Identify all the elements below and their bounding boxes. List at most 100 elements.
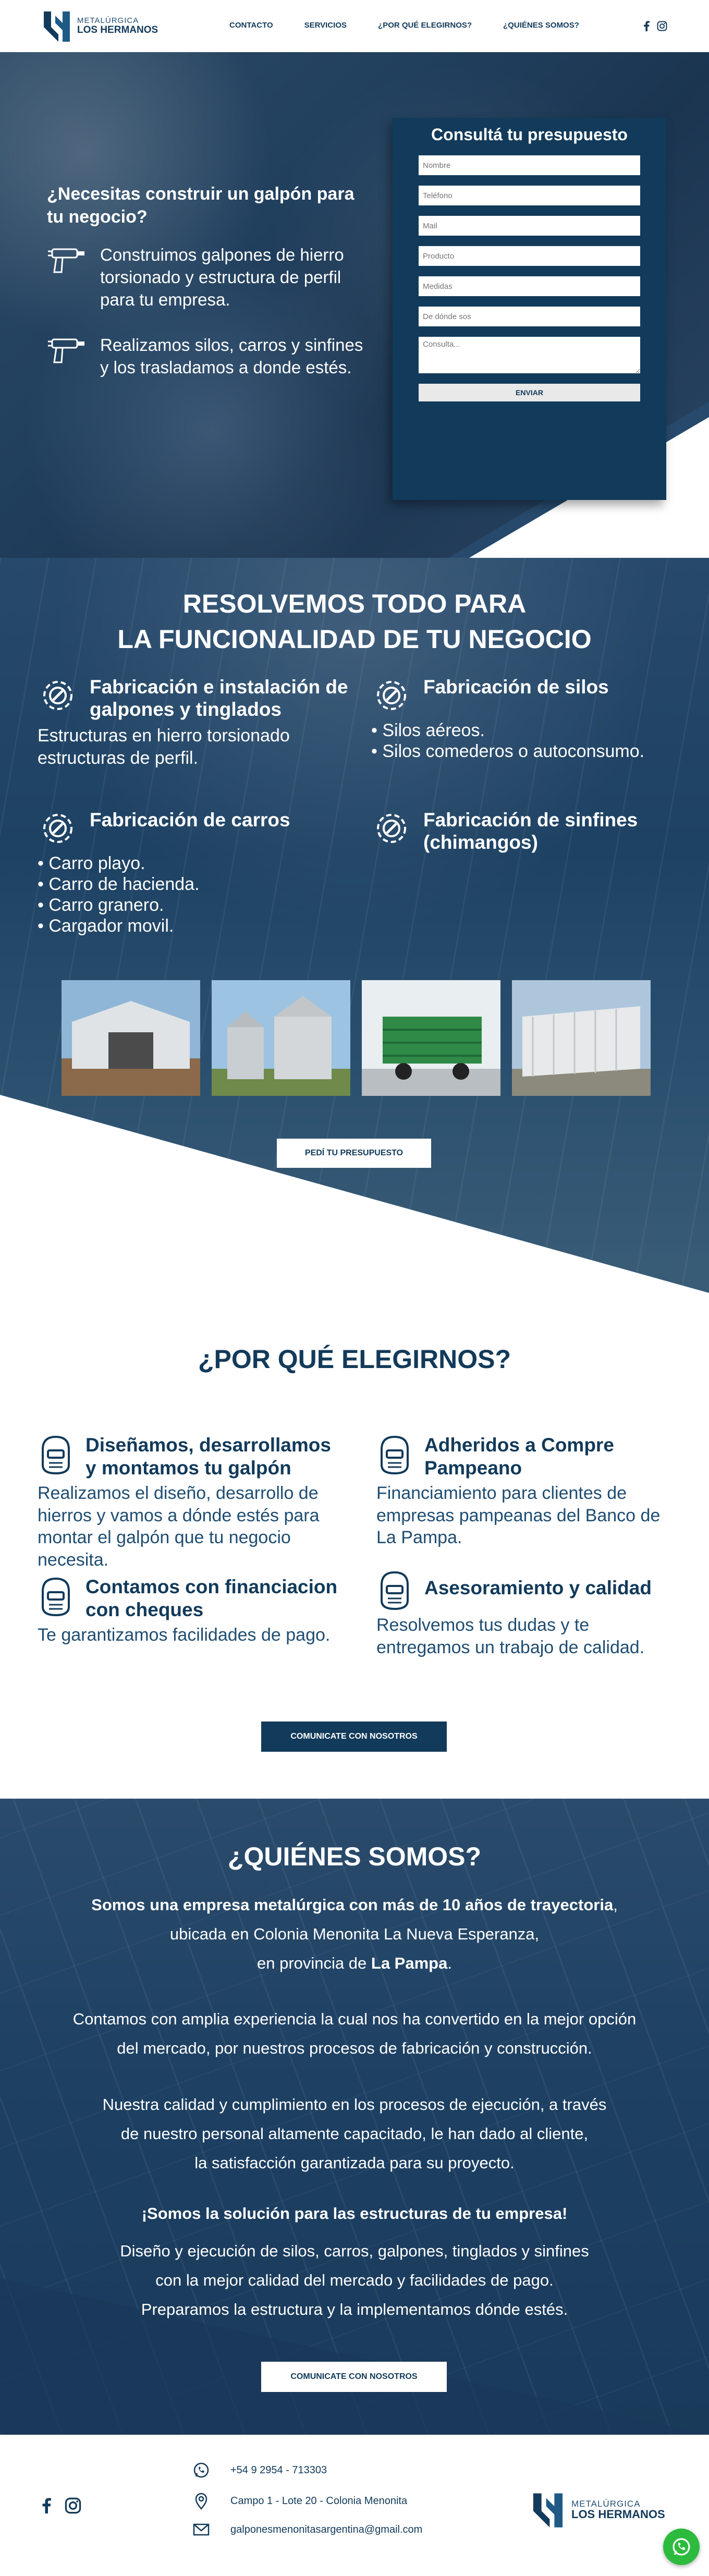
hero-feature-2: Realizamos silos, carros y sinfines y lo… [47, 334, 370, 379]
nav-contacto[interactable]: CONTACTO [229, 21, 273, 30]
list-item: Carro granero. [38, 895, 350, 915]
services-title-line1: RESOLVEMOS TODO PARA [182, 589, 527, 618]
phone-field[interactable] [419, 186, 640, 205]
product-gallery [62, 980, 651, 1096]
quote-form-title: Consultá tu presupuesto [431, 125, 628, 144]
list-item: Cargador movil. [38, 915, 350, 936]
about-title: ¿QUIÉNES SOMOS? [227, 1842, 482, 1871]
quote-form: Consultá tu presupuesto ENVIAR [393, 118, 666, 500]
quote-request-button[interactable]: PEDÍ TU PRESUPUESTO [277, 1139, 431, 1168]
tinglado-photo[interactable] [512, 980, 651, 1096]
contact-us-button[interactable]: COMUNICATE CON NOSOTROS [261, 1722, 447, 1752]
hero-feature-1-text: Construimos galpones de hierro torsionad… [100, 245, 344, 310]
brand-line2: LOS HERMANOS [571, 2508, 665, 2521]
why-item-text: Financiamiento para clientes de empresas… [376, 1483, 661, 1548]
about-text: , [613, 1896, 618, 1914]
main-nav: CONTACTO SERVICIOS ¿POR QUÉ ELEGIRNOS? ¿… [229, 21, 610, 30]
about-paragraph-1: Somos una empresa metalúrgica con más de… [0, 1890, 709, 1977]
about-text: Contamos con amplia experiencia la cual … [72, 2010, 637, 2029]
silos-photo[interactable] [212, 980, 350, 1096]
contact-us-button-2[interactable]: COMUNICATE CON NOSOTROS [261, 2362, 447, 2392]
facebook-icon[interactable] [42, 2497, 51, 2514]
footer-logo[interactable]: METALÚRGICA LOS HERMANOS [531, 2491, 665, 2529]
about-text: del mercado, por nuestros procesos de fa… [117, 2039, 592, 2058]
about-highlight: Somos una empresa metalúrgica con más de… [91, 1896, 614, 1914]
about-text: Nuestra calidad y cumplimiento en los pr… [102, 2095, 607, 2114]
why-item-title: Adheridos a Compre Pampeano [424, 1434, 614, 1479]
list-item: Carro playo. [38, 853, 350, 874]
why-section: ¿POR QUÉ ELEGIRNOS? Diseñamos, desarroll… [0, 1293, 709, 1799]
service-silos: Fabricación de silos Silos aéreos. Silos… [371, 675, 684, 762]
hero-content: ¿Necesitas construir un galpón para tu n… [47, 182, 370, 402]
services-section: RESOLVEMOS TODO PARA LA FUNCIONALIDAD DE… [0, 558, 709, 1293]
why-item-advice: Asesoramiento y calidad Resolvemos tus d… [376, 1569, 684, 1658]
about-text: ubicada en Colonia Menonita La Nueva Esp… [169, 1924, 540, 1943]
welding-mask-icon [42, 1577, 70, 1617]
email-field[interactable] [419, 216, 640, 236]
site-footer: +54 9 2954 - 713303 Campo 1 - Lote 20 - … [0, 2435, 709, 2576]
service-galpones: Fabricación e instalación de galpones y … [38, 675, 350, 769]
why-item-text: Te garantizamos facilidades de pago. [38, 1625, 331, 1645]
about-section: ¿QUIÉNES SOMOS? Somos una empresa metalú… [0, 1799, 709, 2435]
brand-logo[interactable]: METALÚRGICA LOS HERMANOS [42, 9, 158, 43]
why-item-financing: Contamos con financiacion con cheques Te… [38, 1576, 345, 1646]
about-text: de nuestro personal altamente capacitado… [120, 2124, 589, 2143]
service-text: Estructuras en hierro torsionado estruct… [38, 726, 290, 768]
whatsapp-icon [193, 2462, 209, 2478]
query-textarea[interactable] [419, 337, 640, 373]
service-title: Fabricación de carros [90, 809, 290, 831]
brand-line1: METALÚRGICA [77, 16, 139, 26]
gear-wrench-icon [43, 814, 72, 843]
about-text: en provincia de [257, 1954, 371, 1972]
about-paragraph-3: Nuestra calidad y cumplimiento en los pr… [0, 2090, 709, 2177]
nav-servicios[interactable]: SERVICIOS [304, 21, 347, 30]
hero-section: ¿Necesitas construir un galpón para tu n… [0, 52, 709, 558]
product-field[interactable] [419, 246, 640, 266]
instagram-icon[interactable] [657, 21, 667, 31]
about-paragraph-2: Contamos con amplia experiencia la cual … [0, 2005, 709, 2063]
nav-quienes-somos[interactable]: ¿QUIÉNES SOMOS? [503, 21, 579, 30]
about-text: Diseño y ejecución de silos, carros, gal… [120, 2242, 589, 2261]
service-list: Carro playo. Carro de hacienda. Carro gr… [38, 853, 350, 936]
footer-phone[interactable]: +54 9 2954 - 713303 [193, 2462, 327, 2479]
footer-email[interactable]: galponesmenonitasargentina@gmail.com [193, 2523, 422, 2536]
site-header: METALÚRGICA LOS HERMANOS CONTACTO SERVIC… [0, 0, 709, 52]
instagram-icon[interactable] [65, 2497, 81, 2514]
welding-mask-icon [42, 1435, 70, 1475]
galpon-photo[interactable] [62, 980, 200, 1096]
about-content: ¿QUIÉNES SOMOS? Somos una empresa metalú… [0, 1841, 709, 2351]
hero-feature-2-text: Realizamos silos, carros y sinfines y lo… [100, 335, 363, 377]
why-item-title: Asesoramiento y calidad [424, 1577, 652, 1598]
about-text: con la mejor calidad del mercado y facil… [155, 2271, 554, 2290]
mail-icon [193, 2523, 210, 2536]
hero-feature-1: Construimos galpones de hierro torsionad… [47, 244, 370, 311]
services-title: RESOLVEMOS TODO PARA LA FUNCIONALIDAD DE… [0, 587, 709, 657]
email-text: galponesmenonitasargentina@gmail.com [230, 2523, 423, 2535]
send-button[interactable]: ENVIAR [419, 384, 640, 401]
measures-field[interactable] [419, 276, 640, 296]
why-title: ¿POR QUÉ ELEGIRNOS? [198, 1345, 511, 1374]
services-title-line2: LA FUNCIONALIDAD DE TU NEGOCIO [117, 624, 592, 654]
whatsapp-float-button[interactable] [663, 2529, 700, 2565]
address-text: Campo 1 - Lote 20 - Colonia Menonita [230, 2495, 408, 2507]
about-text: Preparamos la estructura y la implementa… [141, 2300, 568, 2318]
whatsapp-icon [673, 2538, 690, 2556]
origin-field[interactable] [419, 307, 640, 326]
drill-icon [48, 338, 84, 363]
welding-mask-icon [381, 1435, 409, 1475]
about-paragraph-4: Diseño y ejecución de silos, carros, gal… [0, 2237, 709, 2324]
gear-wrench-icon [377, 681, 406, 710]
why-item-title: Diseñamos, desarrollamos y montamos tu g… [85, 1434, 331, 1479]
carro-photo[interactable] [362, 980, 500, 1096]
list-item: Silos aéreos. [371, 720, 684, 741]
service-carros: Fabricación de carros Carro playo. Carro… [38, 808, 350, 936]
logo-mark-icon [44, 11, 70, 42]
footer-address: Campo 1 - Lote 20 - Colonia Menonita [193, 2492, 407, 2510]
why-item-text: Resolvemos tus dudas y te entregamos un … [376, 1615, 645, 1657]
nav-por-que-elegirnos[interactable]: ¿POR QUÉ ELEGIRNOS? [378, 21, 472, 30]
why-item-text: Realizamos el diseño, desarrollo de hier… [38, 1483, 320, 1570]
name-field[interactable] [419, 155, 640, 175]
service-list: Silos aéreos. Silos comederos o autocons… [371, 720, 684, 762]
brand-line1: METALÚRGICA [571, 2498, 641, 2509]
facebook-icon[interactable] [643, 21, 650, 31]
